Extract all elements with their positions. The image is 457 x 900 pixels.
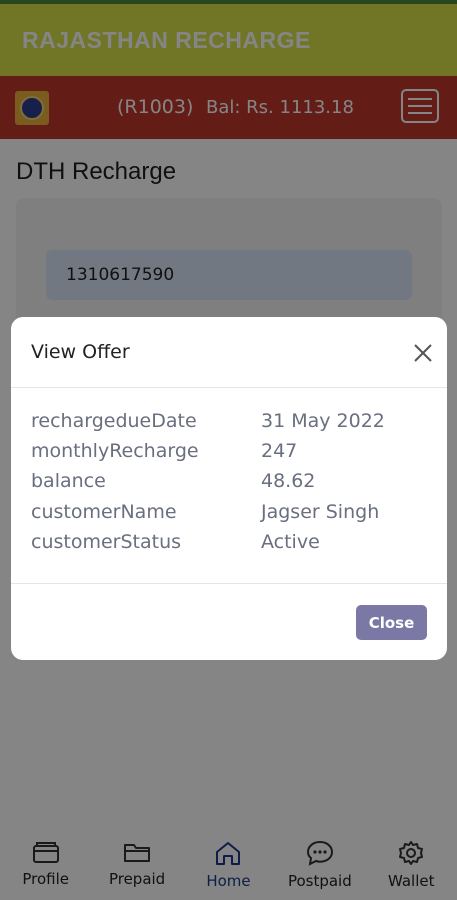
dialog-body: rechargedueDate 31 May 2022 monthlyRecha… [11,388,447,583]
close-icon[interactable] [411,341,435,365]
offer-value: Jagser Singh [261,501,380,523]
dialog-header: View Offer [11,317,447,388]
dialog-title: View Offer [31,341,130,363]
offer-key: rechargedueDate [31,410,197,432]
offer-value: 31 May 2022 [261,410,385,432]
offer-row: customerName Jagser Singh [31,501,431,531]
offer-row: monthlyRecharge 247 [31,440,431,470]
close-button[interactable]: Close [356,605,427,640]
offer-key: balance [31,470,106,492]
offer-key: customerStatus [31,531,182,553]
offer-row: rechargedueDate 31 May 2022 [31,410,431,440]
offer-key: monthlyRecharge [31,440,199,462]
offer-row: balance 48.62 [31,470,431,500]
view-offer-dialog: View Offer rechargedueDate 31 May 2022 m… [11,317,447,660]
dialog-footer: Close [11,583,447,660]
offer-value: Active [261,531,320,553]
offer-value: 247 [261,440,298,462]
offer-row: customerStatus Active [31,531,431,561]
offer-key: customerName [31,501,177,523]
offer-value: 48.62 [261,470,316,492]
